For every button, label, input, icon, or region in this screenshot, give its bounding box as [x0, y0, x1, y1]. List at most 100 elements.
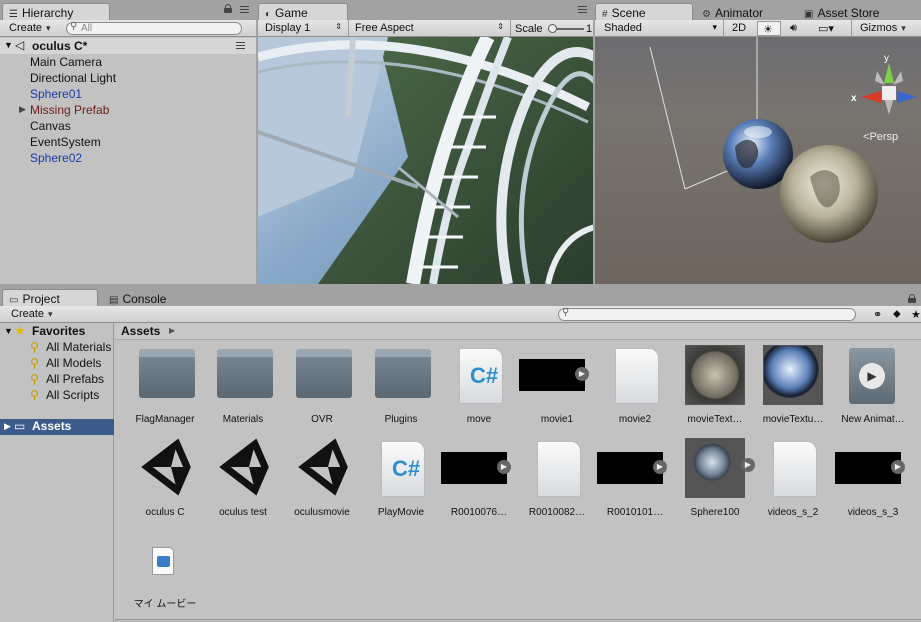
asset-label: OVR	[311, 414, 333, 425]
expand-arrow-icon[interactable]: ▼	[4, 326, 13, 336]
asset-movietexture-1[interactable]: movieText…	[675, 343, 755, 427]
asset-plugins[interactable]: Plugins	[361, 343, 441, 427]
scale-slider[interactable]	[548, 24, 584, 33]
hierarchy-item-directional-light[interactable]: Directional Light	[0, 70, 256, 86]
toggle-2d-button[interactable]: 2D	[727, 21, 751, 36]
tab-asset-store[interactable]: ▣ Asset Store	[797, 3, 907, 20]
asset-movie1[interactable]: ▶ movie1	[517, 343, 597, 427]
tab-hierarchy[interactable]: ☰ Hierarchy	[2, 3, 110, 20]
lock-icon[interactable]	[908, 294, 916, 303]
play-icon[interactable]: ▶	[653, 460, 667, 474]
panorama-sphere-thumbnail	[685, 345, 745, 405]
play-icon[interactable]: ▶	[891, 460, 905, 474]
favorite-all-scripts[interactable]: ⚲ All Scripts	[0, 388, 114, 404]
breadcrumb-assets[interactable]: Assets	[121, 324, 160, 338]
asset-ovr[interactable]: OVR	[282, 343, 362, 427]
asset-my-movie[interactable]: マイ ムービー	[125, 529, 205, 613]
unity-scene-icon	[219, 438, 269, 496]
asset-r0010082[interactable]: R0010082…	[517, 436, 597, 520]
grid-icon: #	[602, 9, 608, 20]
asset-videos-s-2[interactable]: videos_s_2	[753, 436, 833, 520]
project-create-button[interactable]: Create	[6, 307, 58, 322]
asset-label: Sphere100	[690, 507, 740, 518]
asset-r0010076[interactable]: ▶ R0010076…	[439, 436, 519, 520]
scene-row[interactable]: ▼ ◁ oculus C*	[0, 38, 256, 54]
asset-move[interactable]: C# move	[439, 343, 519, 427]
hierarchy-tabbar: ☰ Hierarchy	[0, 0, 256, 20]
asset-movie2[interactable]: movie2	[595, 343, 675, 427]
scale-slider-thumb[interactable]	[548, 24, 557, 33]
expand-arrow-icon[interactable]: ▶	[19, 104, 26, 115]
asset-label: movieTextu…	[762, 414, 824, 425]
scene-viewport[interactable]: y x <Persp	[595, 37, 921, 284]
display-dropdown[interactable]: Display 1 ⇕	[260, 21, 346, 36]
asset-materials[interactable]: Materials	[203, 343, 283, 427]
asset-label: Plugins	[384, 414, 418, 425]
favorites-header[interactable]: ▼ ★ Favorites	[0, 323, 114, 340]
shading-dropdown[interactable]: Shaded ▾	[599, 21, 719, 36]
asset-movietexture-2[interactable]: movieTextu…	[753, 343, 833, 427]
asset-label: videos_s_3	[847, 507, 899, 518]
play-icon[interactable]: ▶	[497, 460, 511, 474]
asset-oculus-test[interactable]: oculus test	[203, 436, 283, 520]
folder-icon: ▭	[9, 295, 19, 306]
create-button[interactable]: Create	[4, 21, 56, 36]
expand-arrow-icon[interactable]: ▼	[4, 40, 13, 50]
project-search-input[interactable]	[558, 307, 856, 321]
project-panel: ▭Project ▤Console Create ⚭ ⬥ ★ ▼ ★ Favor…	[0, 286, 921, 622]
aspect-dropdown[interactable]: Free Aspect ⇕	[350, 21, 508, 36]
asset-r0010101[interactable]: ▶ R0010101…	[595, 436, 675, 520]
favorite-all-prefabs[interactable]: ⚲ All Prefabs	[0, 372, 114, 388]
item-label: Canvas	[30, 119, 71, 133]
tab-project[interactable]: ▭ Project	[2, 289, 98, 306]
asset-label: movie2	[618, 414, 652, 425]
tab-animator[interactable]: ⚙ Animator	[695, 3, 795, 20]
search-icon: ⚲	[30, 356, 39, 370]
hierarchy-item-main-camera[interactable]: Main Camera	[0, 54, 256, 70]
panel-menu-icon[interactable]	[240, 6, 249, 13]
hierarchy-item-eventsystem[interactable]: EventSystem	[0, 134, 256, 150]
game-viewport[interactable]	[258, 37, 593, 284]
play-icon[interactable]: ▶	[575, 367, 589, 381]
favorite-label: All Materials	[46, 340, 112, 354]
store-icon: ▣	[804, 9, 814, 20]
favorite-all-models[interactable]: ⚲ All Models	[0, 356, 114, 372]
persp-label[interactable]: <Persp	[863, 131, 898, 143]
hierarchy-search-input[interactable]: All	[66, 21, 242, 35]
filter-by-label-icon[interactable]: ⬥	[888, 307, 904, 322]
divider	[348, 20, 349, 37]
lock-icon[interactable]	[224, 4, 232, 13]
asset-new-animation[interactable]: ▶ New Animat…	[833, 343, 913, 427]
hierarchy-item-sphere02[interactable]: Sphere02	[0, 150, 256, 166]
lighting-toggle-icon[interactable]: ☀	[757, 21, 781, 36]
hierarchy-item-missing-prefab[interactable]: ▶ Missing Prefab	[0, 102, 256, 118]
hierarchy-item-sphere01[interactable]: Sphere01	[0, 86, 256, 102]
animation-clip-icon: ▶	[849, 348, 895, 404]
gizmo-icon	[861, 63, 917, 115]
asset-sphere100[interactable]: ▶ Sphere100	[675, 436, 755, 520]
effects-dropdown-icon[interactable]: ▭▾	[813, 21, 847, 36]
item-label: EventSystem	[30, 135, 101, 149]
tab-scene[interactable]: # Scene	[595, 3, 693, 20]
hierarchy-item-canvas[interactable]: Canvas	[0, 118, 256, 134]
asset-oculus-c[interactable]: oculus C	[125, 436, 205, 520]
tab-console[interactable]: ▤ Console	[102, 289, 192, 306]
project-folder-tree: ▼ ★ Favorites ⚲ All Materials ⚲ All Mode…	[0, 323, 114, 622]
scene-toolbar: Shaded ▾ 2D ☀ 🔊︎ ▭▾ Gizmos	[595, 20, 921, 37]
scene-menu-icon[interactable]	[236, 42, 245, 49]
audio-toggle-icon[interactable]: 🔊︎	[785, 21, 809, 36]
gizmos-dropdown[interactable]: Gizmos	[855, 21, 911, 36]
asset-videos-s-3[interactable]: ▶ videos_s_3	[833, 436, 913, 520]
scene-orientation-gizmo[interactable]: y x	[851, 53, 919, 123]
expand-arrow-icon[interactable]: ▶	[4, 421, 11, 432]
filter-by-type-icon[interactable]: ⚭	[868, 307, 884, 322]
asset-oculusmovie[interactable]: oculusmovie	[282, 436, 362, 520]
gizmo-axis-x-label: x	[851, 93, 857, 104]
tree-item-assets[interactable]: ▶ ▭ Assets	[0, 419, 114, 435]
asset-playmovie[interactable]: C# PlayMovie	[361, 436, 441, 520]
panel-menu-icon[interactable]	[578, 6, 587, 13]
asset-flagmanager[interactable]: FlagManager	[125, 343, 205, 427]
tab-game[interactable]: ◐ Game	[258, 3, 348, 20]
favorite-star-icon[interactable]: ★	[906, 307, 921, 322]
favorite-all-materials[interactable]: ⚲ All Materials	[0, 340, 114, 356]
